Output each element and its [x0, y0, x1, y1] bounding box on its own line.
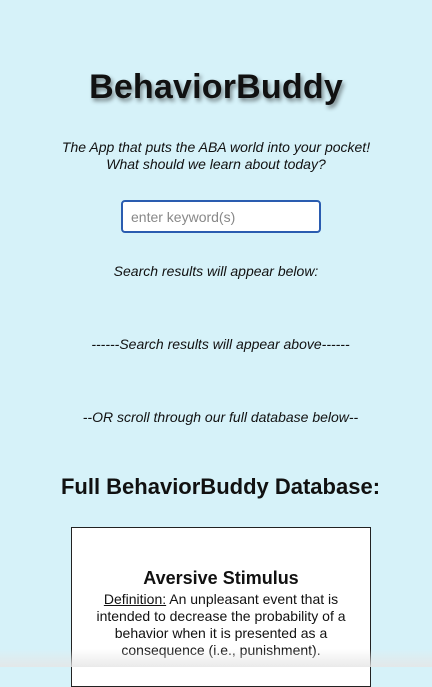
tagline-line-1: The App that puts the ABA world into you… — [61, 139, 371, 155]
app-title: BehaviorBuddy — [89, 68, 343, 106]
term-name: Aversive Stimulus — [143, 568, 299, 588]
search-results-label: Search results will appear below: — [113, 263, 319, 279]
scroll-hint: --OR scroll through our full database be… — [82, 409, 359, 425]
database-title: Full BehaviorBuddy Database: — [60, 474, 381, 499]
term-definition: Definition: An unpleasant event that is … — [84, 591, 358, 659]
tagline-line-2: What should we learn about today? — [106, 156, 326, 172]
term-card: Aversive Stimulus Definition: An unpleas… — [71, 527, 371, 687]
search-results-end-label: ------Search results will appear above--… — [91, 336, 350, 352]
tagline: The App that puts the ABA world into you… — [0, 139, 432, 173]
definition-label: Definition: — [103, 591, 167, 607]
search-input[interactable] — [121, 200, 321, 233]
